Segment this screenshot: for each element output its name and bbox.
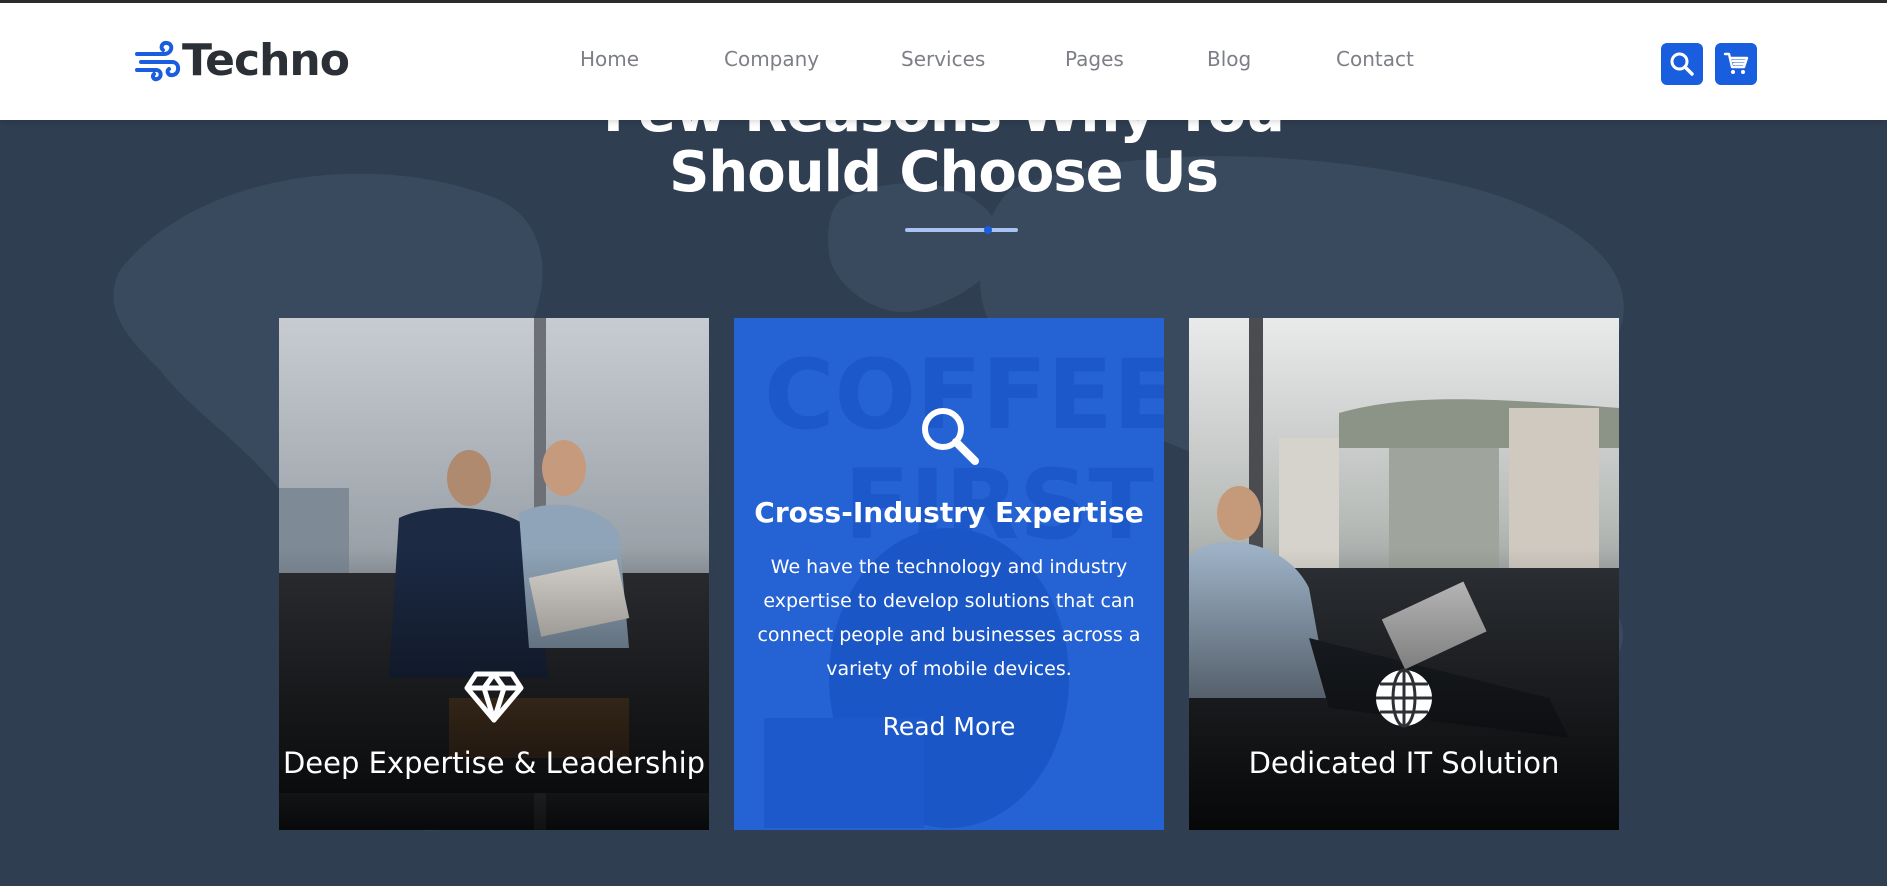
reasons-section: Few Reasons Why You Should Choose Us: [0, 0, 1887, 886]
diamond-icon: [464, 671, 524, 723]
section-heading-line2: Should Choose Us: [669, 140, 1219, 205]
logo-wind-icon: [135, 40, 181, 82]
nav-services[interactable]: Services: [901, 47, 985, 71]
nav-company[interactable]: Company: [724, 47, 819, 71]
logo[interactable]: Techno: [134, 35, 350, 86]
logo-text: Techno: [182, 35, 350, 86]
card-deep-expertise[interactable]: Deep Expertise & Leadership: [279, 318, 709, 830]
divider-bar: [905, 228, 1018, 232]
cart-icon: [1723, 52, 1749, 74]
nav-home[interactable]: Home: [580, 47, 639, 71]
search-button[interactable]: [1661, 43, 1703, 85]
cart-button[interactable]: [1715, 43, 1757, 85]
card-description: We have the technology and industry expe…: [757, 556, 1141, 680]
nav-blog[interactable]: Blog: [1207, 47, 1251, 71]
card-title: Dedicated IT Solution: [1248, 746, 1560, 780]
globe-icon: [1376, 668, 1432, 728]
nav-contact[interactable]: Contact: [1336, 47, 1414, 71]
search-icon: [922, 408, 979, 465]
site-header: Techno Home Company Services Pages Blog …: [0, 0, 1887, 120]
nav-pages[interactable]: Pages: [1065, 47, 1124, 71]
read-more-link[interactable]: Read More: [734, 712, 1164, 741]
card-title: Cross-Industry Expertise: [754, 496, 1144, 529]
card-cross-industry[interactable]: COFFEE FIRST Cross-Industry Expertise We…: [734, 318, 1164, 830]
card-title: Deep Expertise & Leadership: [282, 746, 706, 780]
divider-dot: [984, 226, 992, 234]
card-dedicated-it[interactable]: Dedicated IT Solution: [1189, 318, 1619, 830]
heading-divider: [905, 226, 1018, 234]
search-icon: [1670, 52, 1694, 76]
